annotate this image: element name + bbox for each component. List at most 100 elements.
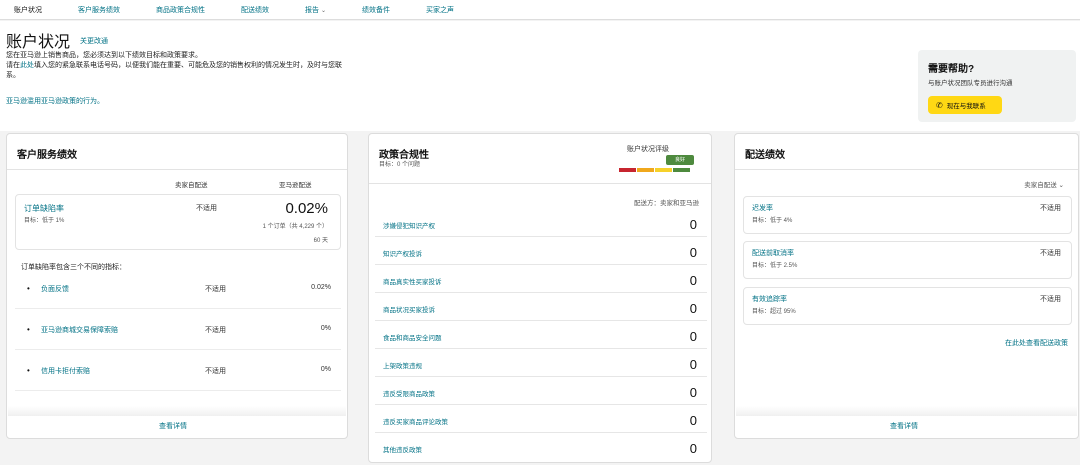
table-row: 食品和商品安全问题 0 <box>375 321 707 349</box>
help-box: 需要帮助? 与账户状况团队专员进行沟通 ✆ 现在与我联系 <box>918 50 1076 122</box>
metric-value: 不适用 <box>1040 296 1061 303</box>
policy-count: 0 <box>689 385 697 400</box>
policy-count: 0 <box>689 441 697 456</box>
intro-contact-text: 请在此处填入您的紧急联系电话号码，以便我们能在重要、可能危及您的销售权利的情况发… <box>6 61 351 81</box>
policy-count: 0 <box>689 245 697 260</box>
chevron-down-icon: ⌄ <box>1058 182 1064 189</box>
odr-seller-value: 不适用 <box>196 205 217 212</box>
metric-link[interactable]: 负面反馈 <box>41 284 69 294</box>
contact-me-label: 现在与我联系 <box>946 103 986 110</box>
policy-link[interactable]: 知识产权投诉 <box>383 248 422 258</box>
table-row: 违反受限商品政策 0 <box>375 377 707 405</box>
tab-voice-of-customer[interactable]: 买家之声 <box>426 5 454 15</box>
odr-card: 订单缺陷率 目标：低于 1% 不适用 0.02% 1 个订单（共 4,229 个… <box>15 194 341 250</box>
policy-link[interactable]: 食品和商品安全问题 <box>383 332 442 342</box>
policy-compliance-panel: 政策合规性 目标：0 个问题 账户状况评级 良好 配送方：卖家和亚马逊 涉嫌侵犯… <box>368 133 712 463</box>
tab-shipping-performance[interactable]: 配送绩效 <box>241 5 269 15</box>
metric-seller-value: 不适用 <box>205 286 226 293</box>
list-item: • 负面反馈 不适用 0.02% <box>15 279 341 309</box>
tab-label: 买家之声 <box>426 6 455 14</box>
title-link[interactable]: 关更改通 <box>80 36 108 46</box>
intro-text: 您在亚马逊上销售商品，您必须达到以下绩效目标和政策要求。 <box>6 52 202 59</box>
customer-service-panel: 客户服务绩效 卖家自配送 亚马逊配送 订单缺陷率 目标：低于 1% 不适用 0.… <box>6 133 348 439</box>
policy-link[interactable]: 上架政策违规 <box>383 360 422 370</box>
metric-value: 不适用 <box>1040 250 1061 257</box>
intro-rest: 填入您的紧急联系电话号码，以便我们能在重要、可能危及您的销售权利的情况发生时，及… <box>6 62 342 79</box>
odr-link[interactable]: 订单缺陷率 <box>24 203 64 214</box>
tab-reports[interactable]: 报告 ⌄ <box>305 5 326 15</box>
contact-link[interactable]: 此处 <box>20 62 34 69</box>
tab-performance-notifications[interactable]: 绩效备件 <box>362 5 390 15</box>
account-rating-label[interactable]: 账户状况评级 <box>627 144 669 154</box>
view-details-link[interactable]: 查看详情 <box>159 421 187 431</box>
metric-link[interactable]: 信用卡拒付索赔 <box>41 366 90 376</box>
intro-prefix: 请在 <box>6 62 20 69</box>
col-header-amazon: 亚马逊配送 <box>279 182 312 189</box>
table-row: 涉嫌侵犯知识产权 0 <box>375 209 707 237</box>
view-details-link[interactable]: 查看详情 <box>890 421 918 431</box>
policy-link[interactable]: 涉嫌侵犯知识产权 <box>383 220 435 230</box>
filter-label: 卖家自配送 <box>1024 182 1057 189</box>
metric-amazon-value: 0% <box>320 366 331 373</box>
col-header-seller: 卖家自配送 <box>175 182 208 189</box>
list-item: • 亚马逊商城交易保障索赔 不适用 0% <box>15 320 341 350</box>
policy-count: 0 <box>689 217 697 232</box>
odr-days: 60 天 <box>313 238 328 244</box>
tab-label: 客户服务绩效 <box>78 6 120 14</box>
table-row: 商品状况买家投诉 0 <box>375 293 707 321</box>
tab-policy-compliance[interactable]: 商品政策合规性 <box>156 5 205 15</box>
policy-count: 0 <box>689 357 697 372</box>
divider <box>8 406 346 416</box>
metric-link[interactable]: 有效追踪率 <box>752 294 787 304</box>
table-row: 上架政策违规 0 <box>375 349 707 377</box>
chevron-down-icon: ⌄ <box>321 7 327 14</box>
bullet-icon: • <box>27 366 30 375</box>
tab-label: 绩效备件 <box>362 6 391 14</box>
panel-header: 配送绩效 <box>735 134 1078 170</box>
shipping-policy-link[interactable]: 在此处查看配送政策 <box>1005 338 1068 348</box>
tab-label: 配送绩效 <box>241 6 269 14</box>
policy-link[interactable]: 违反买家商品评论政策 <box>383 416 448 426</box>
policy-count: 0 <box>689 301 697 316</box>
bullet-icon: • <box>27 325 30 334</box>
bullet-icon: • <box>27 284 30 293</box>
fulfillment-filter[interactable]: 配送方：卖家和亚马逊 <box>569 197 699 207</box>
panel-header: 客户服务绩效 <box>7 134 347 170</box>
policy-abuse-link[interactable]: 亚马逊滥用亚马逊政策的行为。 <box>6 96 104 106</box>
help-subtitle: 与账户状况团队专员进行沟通 <box>928 80 1013 87</box>
metric-link[interactable]: 亚马逊商城交易保障索赔 <box>41 325 118 335</box>
table-row: 知识产权投诉 0 <box>375 237 707 265</box>
table-row: 商品真实性买家投诉 0 <box>375 265 707 293</box>
top-nav: 账户状况 客户服务绩效 商品政策合规性 配送绩效 报告 ⌄ 绩效备件 买家之声 <box>0 0 1080 20</box>
rating-badge: 良好 <box>666 155 694 165</box>
phone-icon: ✆ <box>936 100 943 110</box>
metric-link[interactable]: 迟发率 <box>752 203 773 213</box>
metric-value: 不适用 <box>1040 205 1061 212</box>
meter-segment <box>619 168 636 172</box>
policy-link[interactable]: 其他违反政策 <box>383 444 422 454</box>
metric-link[interactable]: 配送前取消率 <box>752 248 794 258</box>
shipping-performance-panel: 配送绩效 卖家自配送 ⌄ 迟发率 目标：低于 4% 不适用 配送前取消率 目标：… <box>734 133 1079 439</box>
metric-amazon-value: 0.02% <box>311 284 331 291</box>
policy-link[interactable]: 商品状况买家投诉 <box>383 304 435 314</box>
odr-amazon-value: 0.02% <box>285 200 328 217</box>
metric-amazon-value: 0% <box>320 325 331 332</box>
metric-card: 配送前取消率 目标：低于 2.5% 不适用 <box>743 241 1072 279</box>
panel-title: 客户服务绩效 <box>17 150 77 161</box>
tab-customer-service[interactable]: 客户服务绩效 <box>78 5 120 15</box>
divider <box>736 406 1077 416</box>
table-row: 其他违反政策 0 <box>375 433 707 461</box>
panel-title: 配送绩效 <box>745 150 785 161</box>
fulfillment-filter[interactable]: 卖家自配送 ⌄ <box>1024 179 1064 189</box>
tab-label: 报告 <box>305 6 319 14</box>
policy-link[interactable]: 商品真实性买家投诉 <box>383 276 442 286</box>
rating-meter <box>619 168 691 172</box>
metric-seller-value: 不适用 <box>205 368 226 375</box>
tab-label: 商品政策合规性 <box>156 6 205 14</box>
policy-count: 0 <box>689 413 697 428</box>
contact-me-button[interactable]: ✆ 现在与我联系 <box>928 96 1002 114</box>
panel-header: 政策合规性 目标：0 个问题 账户状况评级 良好 <box>369 134 711 184</box>
metric-target: 目标：超过 95% <box>752 309 796 315</box>
tab-account-health[interactable]: 账户状况 <box>14 5 42 15</box>
policy-link[interactable]: 违反受限商品政策 <box>383 388 435 398</box>
